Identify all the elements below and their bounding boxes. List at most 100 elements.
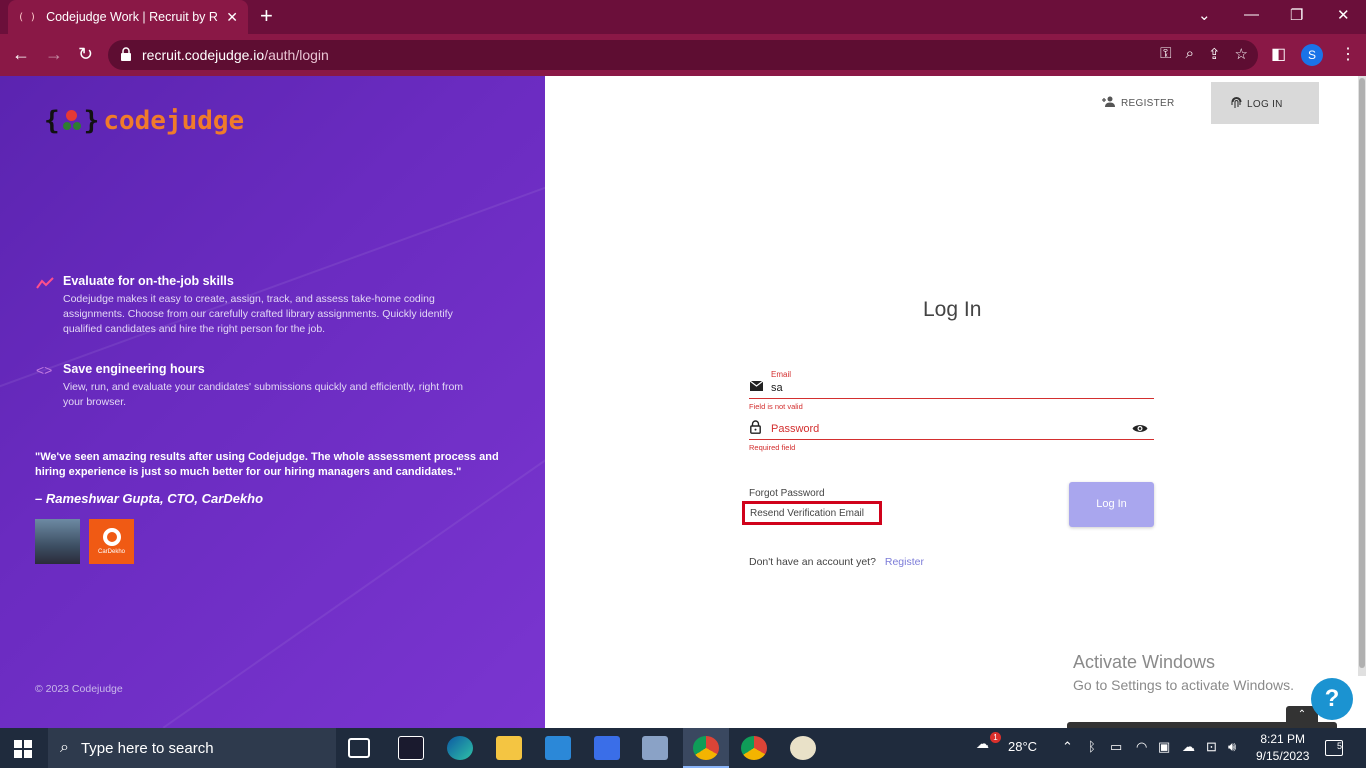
trend-icon <box>36 276 54 292</box>
fingerprint-icon <box>1231 96 1242 112</box>
reload-icon[interactable]: ↻ <box>78 44 93 64</box>
clock-date: 9/15/2023 <box>1256 749 1310 763</box>
nav-register[interactable]: REGISTER <box>1102 96 1175 110</box>
taskbar: ⌕ Type here to search ☁ 1 28°C ⌃ ᛒ ▭ ◠ ▣… <box>0 728 1366 768</box>
testimonial-author: – Rameshwar Gupta, CTO, CarDekho <box>35 491 264 506</box>
code-icon: <> <box>36 362 53 378</box>
email-field[interactable] <box>749 370 1154 399</box>
nav-register-label: REGISTER <box>1121 97 1175 109</box>
key-icon[interactable]: ⚿ <box>1160 45 1171 63</box>
login-panel: REGISTER LOG IN Log In Email sa Field is… <box>545 76 1366 728</box>
no-account-text: Don't have an account yet? Register <box>749 556 924 568</box>
clock-time: 8:21 PM <box>1260 732 1306 746</box>
onedrive-icon[interactable]: ☁ <box>1182 739 1195 755</box>
copyright: © 2023 Codejudge <box>35 683 123 695</box>
zoom-icon[interactable]: ⌕ <box>1186 45 1194 63</box>
logo-dots-icon <box>62 108 82 134</box>
logo-text: codejudge <box>103 106 245 136</box>
activate-windows-watermark: Activate Windows Go to Settings to activ… <box>1073 652 1294 693</box>
address-bar[interactable]: recruit.codejudge.io/auth/login ⚿ ⌕ ⇪ ☆ <box>108 40 1258 70</box>
logo-brace-close: } <box>83 106 100 136</box>
meet-icon[interactable]: ▣ <box>1158 739 1170 755</box>
profile-avatar[interactable]: S <box>1301 44 1323 66</box>
new-tab-button[interactable]: + <box>260 5 273 27</box>
feature-text: View, run, and evaluate your candidates'… <box>63 381 464 408</box>
page-title: Log In <box>923 298 982 321</box>
windows-start-icon[interactable] <box>14 740 32 758</box>
codejudge-logo[interactable]: { } codejudge <box>44 106 244 136</box>
task-view-icon[interactable] <box>348 738 370 758</box>
chevron-up-icon[interactable]: ⌃ <box>1062 739 1073 755</box>
notification-icon[interactable]: 5 <box>1325 740 1343 756</box>
paint-icon[interactable] <box>790 736 816 760</box>
security-icon[interactable]: ⊡ <box>1206 739 1217 755</box>
chrome-profile-icon[interactable] <box>693 736 719 760</box>
taskbar-search[interactable]: ⌕ Type here to search <box>48 728 336 768</box>
clock[interactable]: 8:21 PM 9/15/2023 <box>1256 731 1309 765</box>
cardekho-logo-text: CarDekho <box>97 549 125 555</box>
feature-item: Save engineering hours View, run, and ev… <box>63 362 483 410</box>
remote-desktop-icon[interactable] <box>642 736 668 760</box>
browser-tab[interactable]: ( ) Codejudge Work | Recruit by Rea ✕ <box>8 0 248 34</box>
menu-icon[interactable]: ⋮ <box>1340 44 1356 64</box>
weather-icon[interactable]: ☁ <box>976 736 989 752</box>
side-panel-icon[interactable]: ◧ <box>1271 44 1286 64</box>
restore-button[interactable]: ❐ <box>1290 6 1303 24</box>
feature-title: Save engineering hours <box>63 362 205 376</box>
resend-verification-link[interactable]: Resend Verification Email <box>742 501 882 525</box>
browser-tabbar: ( ) Codejudge Work | Recruit by Rea ✕ + … <box>0 0 1366 34</box>
tab-search-icon[interactable]: ⌄ <box>1198 6 1211 24</box>
star-icon[interactable]: ☆ <box>1235 45 1248 63</box>
browser-toolbar: ← → ↻ recruit.codejudge.io/auth/login ⚿ … <box>0 34 1366 76</box>
feature-title: Evaluate for on-the-job skills <box>63 274 234 288</box>
edge-icon[interactable] <box>447 736 473 760</box>
favicon-icon: ( ) <box>18 11 37 23</box>
url-text: recruit.codejudge.io/auth/login <box>142 47 329 63</box>
mail-icon[interactable] <box>545 736 571 760</box>
add-user-icon <box>1102 96 1116 110</box>
chrome-icon[interactable] <box>741 736 767 760</box>
search-icon: ⌕ <box>60 739 69 756</box>
wifi-icon[interactable]: ◠ <box>1136 739 1147 755</box>
login-button[interactable]: Log In <box>1069 482 1154 527</box>
email-error: Field is not valid <box>749 402 803 411</box>
minimize-button[interactable]: — <box>1244 6 1259 23</box>
file-explorer-icon[interactable] <box>496 736 522 760</box>
url-domain: recruit.codejudge.io <box>142 47 265 63</box>
tab-title: Codejudge Work | Recruit by Rea <box>46 10 219 24</box>
feature-text: Codejudge makes it easy to create, assig… <box>63 293 453 335</box>
forgot-password-link[interactable]: Forgot Password <box>749 488 825 499</box>
url-path: /auth/login <box>264 47 329 63</box>
weather-badge: 1 <box>990 732 1001 743</box>
volume-icon[interactable]: 🔊︎ <box>1228 739 1236 755</box>
register-link[interactable]: Register <box>885 556 924 568</box>
hero-panel: { } codejudge Evaluate for on-the-job sk… <box>0 76 545 728</box>
author-photo <box>35 519 80 564</box>
bluetooth-icon[interactable]: ᛒ <box>1088 739 1096 754</box>
nav-login-label: LOG IN <box>1247 98 1283 110</box>
scrollbar[interactable] <box>1358 76 1366 676</box>
nav-login[interactable]: LOG IN <box>1231 96 1283 112</box>
temperature[interactable]: 28°C <box>1008 739 1037 754</box>
no-account-label: Don't have an account yet? <box>749 556 876 568</box>
logo-brace-open: { <box>44 106 60 136</box>
testimonial-quote: "We've seen amazing results after using … <box>35 451 499 478</box>
forward-icon[interactable]: → <box>45 44 63 64</box>
lock-icon <box>121 47 131 61</box>
password-field[interactable] <box>749 416 1154 440</box>
watermark-subtitle: Go to Settings to activate Windows. <box>1073 677 1294 693</box>
help-button[interactable]: ? <box>1311 678 1353 720</box>
taskbar-search-placeholder: Type here to search <box>80 739 214 757</box>
feature-item: Evaluate for on-the-job skills Codejudge… <box>63 274 483 337</box>
cardekho-logo: CarDekho <box>89 519 134 564</box>
scrollbar-thumb[interactable] <box>1359 78 1365 668</box>
jetbrains-icon[interactable] <box>398 736 424 760</box>
battery-icon[interactable]: ▭ <box>1110 739 1122 755</box>
share-icon[interactable]: ⇪ <box>1208 45 1221 63</box>
eye-icon[interactable] <box>1132 421 1148 439</box>
close-tab-icon[interactable]: ✕ <box>226 9 238 26</box>
store-icon[interactable] <box>594 736 620 760</box>
close-window-button[interactable]: ✕ <box>1337 6 1350 24</box>
back-icon[interactable]: ← <box>12 44 30 64</box>
watermark-title: Activate Windows <box>1073 652 1216 672</box>
